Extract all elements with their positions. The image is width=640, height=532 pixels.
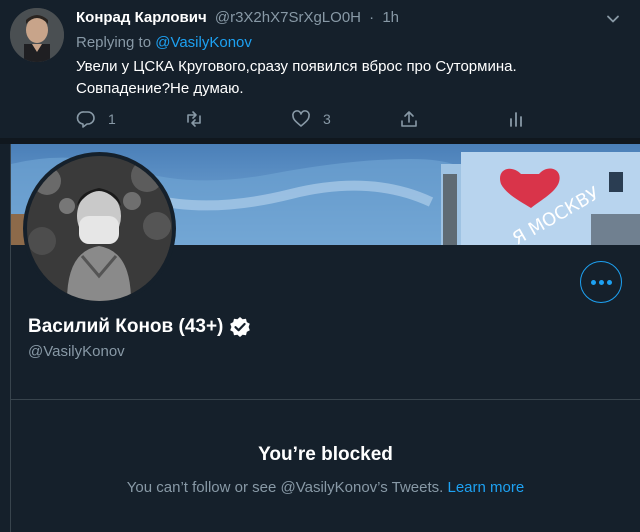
like-count: 3 — [323, 111, 331, 127]
analytics-button[interactable] — [506, 108, 526, 130]
reply-icon — [76, 111, 95, 128]
analytics-icon — [510, 112, 522, 127]
tweet-text: Увели у ЦСКА Кругового,сразу появился вб… — [76, 56, 616, 100]
heart-icon — [292, 110, 310, 127]
learn-more-link[interactable]: Learn more — [447, 479, 524, 496]
tweet-actions: 1 3 — [76, 108, 536, 130]
replying-to-line: Replying to @VasilyKonov — [76, 34, 252, 51]
profile-divider — [11, 399, 640, 400]
verified-badge-icon — [230, 317, 251, 337]
tweet-separator: · — [369, 9, 375, 26]
tweet-text-line: Совпадение?Не думаю. — [76, 80, 244, 97]
reply-count: 1 — [108, 111, 116, 127]
blocked-title: You’re blocked — [258, 444, 393, 465]
more-icon — [590, 279, 596, 285]
reply-button[interactable]: 1 — [76, 108, 116, 130]
share-icon — [401, 111, 417, 127]
more-icon — [598, 279, 604, 285]
blocked-message-text: You can’t follow or see @VasilyKonov’s T… — [126, 479, 444, 496]
profile-name-text: Василий Конов (43+) — [28, 316, 224, 337]
tweet-author-avatar[interactable] — [10, 8, 64, 62]
tweet[interactable]: Конрад Карлович @r3X2hX7SrXgLO0H · 1h Re… — [0, 0, 640, 138]
tweet-author-handle[interactable]: @r3X2hX7SrXgLO0H — [215, 9, 361, 26]
profile-handle: @VasilyKonov — [28, 343, 125, 360]
profile-avatar[interactable] — [23, 152, 176, 305]
share-button[interactable] — [399, 108, 419, 130]
retweet-icon — [187, 111, 201, 127]
tweet-header: Конрад Карлович @r3X2hX7SrXgLO0H · 1h — [76, 9, 399, 26]
profile-name: Василий Конов (43+) — [28, 316, 251, 338]
replying-to-link[interactable]: @VasilyKonov — [155, 34, 252, 51]
profile-card: Я МОСКВУ Василий Конов (43+) @VasilyKono… — [10, 144, 640, 532]
tweet-time[interactable]: 1h — [382, 9, 399, 26]
more-icon — [606, 279, 612, 285]
replying-to-label: Replying to — [76, 34, 152, 51]
more-button[interactable] — [580, 261, 622, 303]
blocked-message: You can’t follow or see @VasilyKonov’s T… — [11, 479, 640, 496]
retweet-button[interactable] — [184, 108, 204, 130]
tweet-author-name[interactable]: Конрад Карлович — [76, 9, 207, 26]
like-button[interactable]: 3 — [291, 108, 331, 130]
chevron-down-icon[interactable] — [606, 12, 620, 26]
tweet-text-line: Увели у ЦСКА Кругового,сразу появился вб… — [76, 58, 517, 75]
